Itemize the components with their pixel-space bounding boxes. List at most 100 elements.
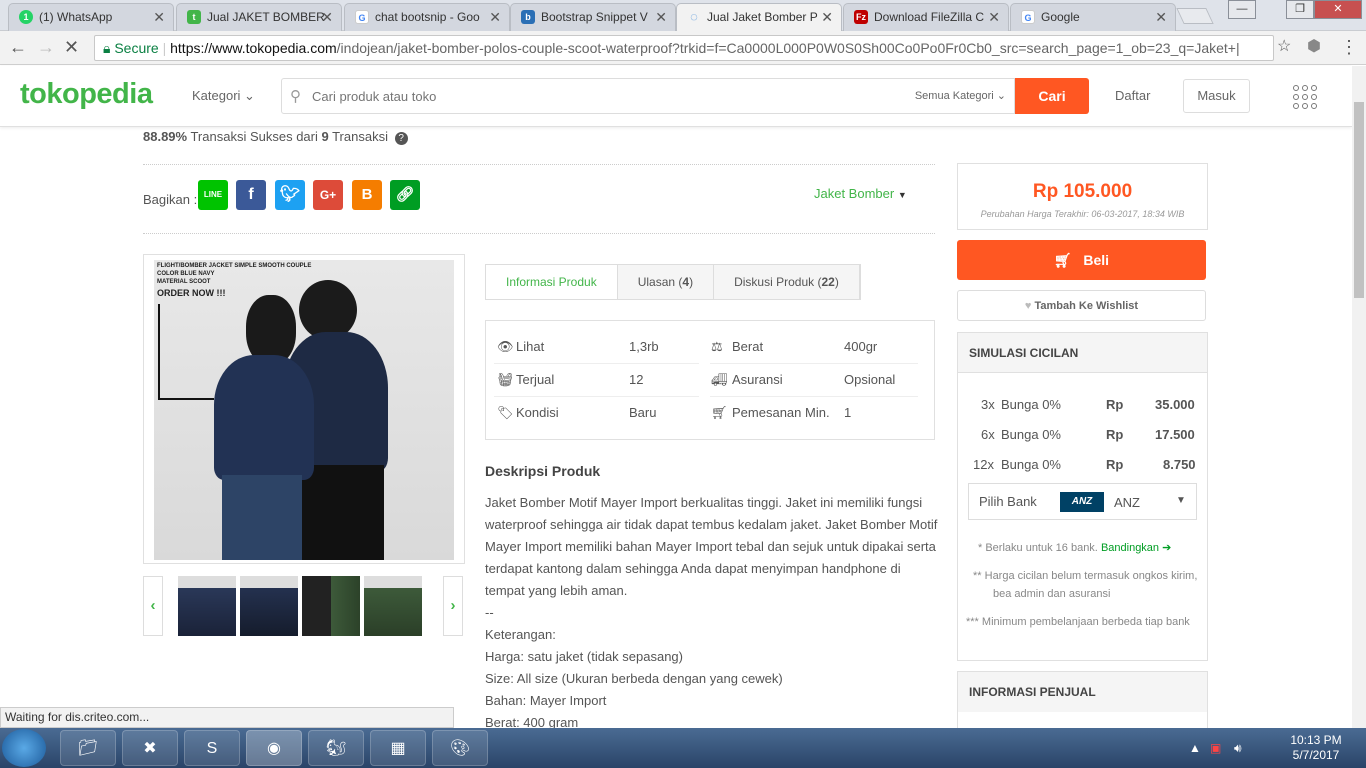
browser-tab[interactable]: t Jual JAKET BOMBER ✕ — [176, 3, 342, 31]
page-scrollbar[interactable] — [1352, 66, 1366, 728]
browser-tab[interactable]: G Google ✕ — [1010, 3, 1176, 31]
close-icon[interactable]: ✕ — [489, 4, 501, 30]
stop-loading-icon[interactable]: ✕ — [64, 37, 79, 57]
browser-tab[interactable]: Gchat bootsnip - Goo ✕ — [344, 3, 510, 31]
bank-select[interactable]: Pilih Bank ANZ ANZ ▼ — [968, 483, 1197, 520]
googleplus-share-button[interactable]: G+ — [313, 180, 343, 210]
extension-icon[interactable]: ⬢ — [1307, 37, 1321, 57]
minimize-button[interactable]: — — [1228, 0, 1256, 19]
thumbnail[interactable] — [178, 576, 236, 636]
register-link[interactable]: Daftar — [1115, 88, 1150, 103]
menu-icon[interactable]: ⋮ — [1340, 37, 1358, 57]
blogger-share-button[interactable]: B — [352, 180, 382, 210]
line-share-button[interactable]: LINE — [198, 180, 228, 210]
cart-icon: 🛒︎ — [711, 405, 728, 420]
search-box: ⚲ Semua Kategori ⌄ — [281, 78, 1015, 114]
twitter-share-button[interactable]: 🐦︎ — [275, 180, 305, 210]
arrow-right-icon: ➔ — [1162, 542, 1172, 554]
clock-date: 5/7/2017 — [1292, 748, 1340, 762]
thumbnail[interactable] — [364, 576, 422, 636]
system-clock[interactable]: 10:13 PM 5/7/2017 — [1282, 733, 1350, 763]
start-button[interactable] — [2, 729, 46, 767]
installment-label: Bunga 0% — [1001, 427, 1061, 442]
back-icon[interactable]: ← — [9, 37, 27, 57]
search-button[interactable]: Cari — [1015, 78, 1089, 114]
wishlist-button[interactable]: ♥ Tambah Ke Wishlist — [957, 290, 1206, 321]
person-jacket — [214, 355, 314, 480]
maximize-button[interactable]: ❐ — [1286, 0, 1314, 19]
browser-tab[interactable]: b Bootstrap Snippet V ✕ — [510, 3, 676, 31]
seller-info-panel: INFORMASI PENJUAL — [957, 671, 1208, 728]
thumbnail[interactable] — [240, 576, 298, 636]
address-bar: ← → ✕ 🔒︎ Secure | https://www.tokopedia.… — [0, 31, 1366, 65]
anz-logo: ANZ — [1060, 492, 1104, 512]
compare-link[interactable]: Bandingkan ➔ — [1101, 542, 1171, 554]
apps-grid-icon[interactable] — [1293, 85, 1317, 109]
browser-tab-active[interactable]: ◌ Jual Jaket Bomber P ✕ — [676, 3, 842, 31]
login-button[interactable]: Masuk — [1183, 79, 1250, 113]
person-head — [299, 280, 357, 340]
close-icon[interactable]: ✕ — [1155, 4, 1167, 30]
browser-tab[interactable]: Fz Download FileZilla C ✕ — [843, 3, 1009, 31]
star-icon[interactable]: ☆ — [1277, 37, 1291, 57]
link-share-button[interactable]: 🔗︎ — [390, 180, 420, 210]
weight-icon: ⚖︎ — [711, 339, 723, 354]
scrollbar-thumb[interactable] — [1354, 102, 1364, 298]
forward-icon[interactable]: → — [37, 37, 55, 57]
tab-ulasan[interactable]: Ulasan (4) — [617, 265, 715, 299]
close-icon[interactable]: ✕ — [153, 4, 165, 30]
info-label: Kondisi — [516, 405, 559, 420]
url-field[interactable]: 🔒︎ Secure | https://www.tokopedia.com/in… — [94, 35, 1274, 61]
tokopedia-logo[interactable]: tokopedia — [20, 78, 153, 111]
window-close-button[interactable]: ✕ — [1314, 0, 1362, 19]
uc-browser-icon[interactable]: 🐿︎ — [308, 730, 364, 766]
taskbar: 📁︎ ✖ S ◉ 🐿︎ ▦ 🎨︎ ▲ ▣ 🔊︎ 10:13 PM 5/7/201… — [0, 728, 1366, 768]
image-order-text: ORDER NOW !!! — [157, 288, 226, 298]
close-icon[interactable]: ✕ — [821, 4, 833, 30]
info-value: 1 — [844, 405, 852, 420]
url-path: /indojean/jaket-bomber-polos-couple-scoo… — [336, 40, 1240, 56]
control-panel-icon[interactable]: ▦ — [370, 730, 426, 766]
paint-icon[interactable]: 🎨︎ — [432, 730, 488, 766]
info-label: Lihat — [516, 339, 545, 354]
chrome-icon[interactable]: ◉ — [246, 730, 302, 766]
close-icon[interactable]: ✕ — [321, 4, 333, 30]
tab-diskusi-produk[interactable]: Diskusi Produk (22) — [714, 265, 860, 299]
description-line: Jaket Bomber Motif Mayer Import berkuali… — [485, 495, 938, 598]
buy-button[interactable]: 🛒︎ Beli — [957, 240, 1206, 280]
search-input[interactable] — [312, 85, 872, 107]
description-line: -- — [485, 605, 494, 620]
tray-expand-icon[interactable]: ▲ — [1189, 741, 1201, 755]
network-icon[interactable]: ▣ — [1210, 741, 1221, 755]
bootsnipp-icon: b — [521, 10, 535, 24]
tab-informasi-produk[interactable]: Informasi Produk — [486, 265, 618, 299]
file-explorer-icon[interactable]: 📁︎ — [60, 730, 116, 766]
info-value: Opsional — [844, 372, 896, 387]
divider — [143, 233, 935, 234]
installment-panel: SIMULASI CICILAN 3x Bunga 0% Rp 35.000 6… — [957, 332, 1208, 661]
close-icon[interactable]: ✕ — [655, 4, 667, 30]
xampp-icon[interactable]: ✖ — [122, 730, 178, 766]
thumbnail[interactable] — [302, 576, 360, 636]
kategori-dropdown[interactable]: Kategori ⌄ — [192, 88, 255, 104]
installment-note: *** Minimum pembelanjaan berbeda tiap ba… — [966, 616, 1190, 628]
description-line: Harga: satu jaket (tidak sepasang) — [485, 649, 683, 664]
volume-icon[interactable]: 🔊︎ — [1234, 741, 1242, 756]
product-price: Rp 105.000 — [1032, 181, 1133, 202]
filezilla-icon: Fz — [854, 10, 868, 24]
help-icon[interactable]: ? — [394, 132, 408, 145]
url-host: https://www.tokopedia.com — [170, 40, 337, 56]
installment-note: * Berlaku untuk 16 bank. Bandingkan ➔ — [978, 542, 1172, 554]
search-category-select[interactable]: Semua Kategori ⌄ — [915, 89, 1006, 102]
chevron-left-icon[interactable]: ‹ — [143, 576, 163, 636]
browser-tab[interactable]: 1 (1) WhatsApp ✕ — [8, 3, 174, 31]
installment-term: 3x — [981, 397, 995, 412]
chevron-right-icon[interactable]: › — [443, 576, 463, 636]
product-photo[interactable]: FLIGHT/BOMBER JACKET SIMPLE SMOOTH COUPL… — [154, 260, 454, 560]
close-icon[interactable]: ✕ — [988, 4, 1000, 30]
category-tag[interactable]: Jaket Bomber ▼ — [814, 186, 907, 201]
sublime-text-icon[interactable]: S — [184, 730, 240, 766]
facebook-share-button[interactable]: f — [236, 180, 266, 210]
description-line: Keterangan: — [485, 627, 556, 642]
new-tab-button[interactable] — [1176, 8, 1214, 24]
